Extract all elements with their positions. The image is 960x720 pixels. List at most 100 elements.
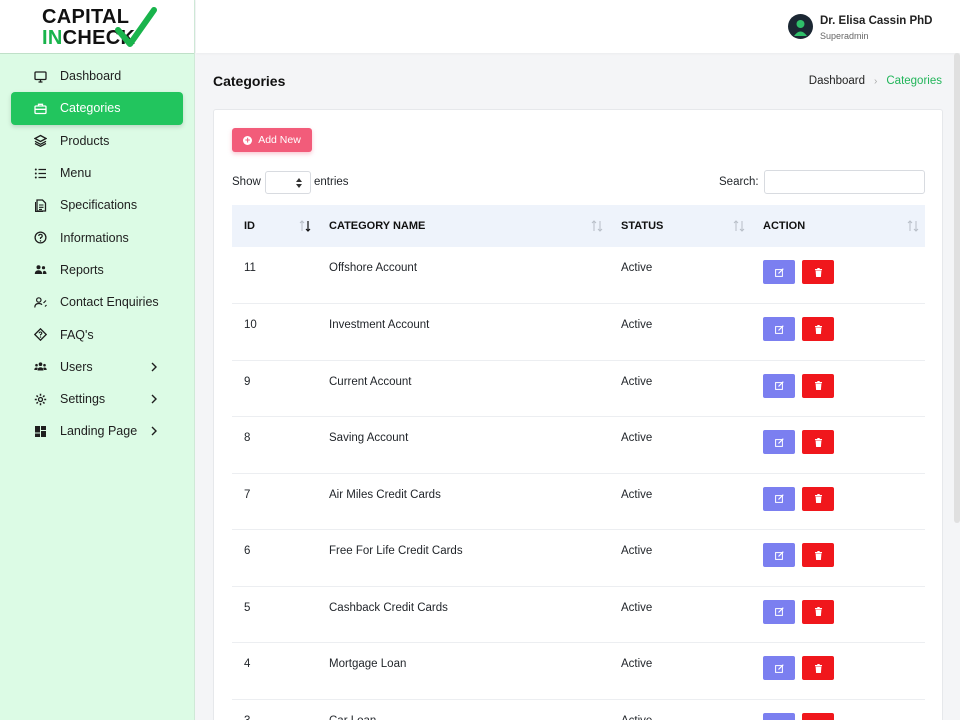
sidebar-item-menu[interactable]: Menu — [11, 157, 183, 189]
sidebar-item-settings[interactable]: Settings — [11, 383, 183, 415]
delete-button[interactable] — [802, 599, 834, 624]
chevron-right-icon[interactable] — [150, 393, 158, 405]
briefcase-icon — [34, 102, 47, 115]
cell-id: 11 — [244, 262, 256, 274]
sidebar-item-label: Informations — [60, 230, 129, 245]
sidebar-item-specifications[interactable]: Specifications — [11, 189, 183, 221]
edit-button[interactable] — [763, 712, 795, 720]
column-header-category-name[interactable]: CATEGORY NAME — [317, 205, 609, 247]
delete-button[interactable] — [802, 543, 834, 567]
cell-id: 9 — [244, 375, 251, 388]
user-name[interactable]: Dr. Elisa Cassin PhD — [820, 15, 933, 27]
dashboard-grid-icon — [34, 425, 47, 438]
column-header-category-name-label: CATEGORY NAME — [329, 220, 426, 232]
edit-button[interactable] — [763, 486, 795, 511]
cell-status: Active — [609, 699, 751, 720]
sidebar-item-label: Menu — [60, 166, 92, 181]
cell-status: Active — [621, 432, 653, 444]
edit-icon — [774, 381, 784, 390]
add-new-label: Add New — [258, 134, 301, 146]
trash-icon — [814, 550, 822, 560]
delete-button[interactable] — [802, 712, 834, 720]
sidebar-item-label: Contact Enquiries — [60, 295, 159, 310]
table-row: 6 Free For Life Credit Cards Active — [232, 530, 925, 586]
cell-id: 8 — [244, 432, 251, 444]
breadcrumb-home-link[interactable]: Dashboard — [809, 75, 865, 87]
cell-id: 6 — [244, 545, 251, 557]
layers-icon — [34, 134, 47, 148]
page-scrollbar[interactable] — [954, 53, 960, 523]
edit-button[interactable] — [763, 260, 795, 284]
sidebar-item-reports[interactable]: Reports — [11, 254, 183, 286]
edit-icon — [774, 437, 784, 447]
avatar[interactable] — [788, 14, 813, 39]
edit-button[interactable] — [763, 317, 795, 341]
sidebar-item-landing-page[interactable]: Landing Page — [11, 415, 183, 447]
table-row: 5 Cashback Credit Cards Active — [232, 586, 925, 643]
edit-button[interactable] — [763, 373, 795, 398]
delete-button[interactable] — [802, 430, 834, 454]
cell-category-name: Car Loan — [317, 699, 609, 720]
user-contact-icon — [34, 296, 47, 309]
sidebar-item-label: Specifications — [60, 198, 138, 213]
cell-action — [751, 473, 925, 530]
add-new-button[interactable]: + Add New — [232, 128, 312, 152]
monitor-icon — [34, 70, 47, 83]
checkmark-icon — [115, 7, 157, 47]
sidebar-item-label: Settings — [60, 392, 106, 407]
column-header-action[interactable]: ACTION — [751, 205, 925, 247]
table-row: 7 Air Miles Credit Cards Active — [232, 473, 925, 530]
edit-button[interactable] — [763, 599, 795, 624]
chevron-right-icon[interactable] — [150, 361, 158, 373]
page-title: Categories — [213, 73, 286, 89]
select-arrows-icon — [296, 178, 302, 188]
users-group-icon — [34, 263, 47, 276]
delete-button[interactable] — [802, 317, 834, 341]
delete-button[interactable] — [802, 486, 834, 511]
search-input[interactable] — [764, 170, 925, 194]
sidebar-item-users[interactable]: Users — [11, 351, 183, 383]
sidebar-item-informations[interactable]: Informations — [11, 221, 183, 253]
cell-category-name: Air Miles Credit Cards — [329, 488, 441, 501]
delete-button[interactable] — [802, 260, 834, 284]
sort-desc-icon — [299, 220, 311, 232]
entries-select[interactable] — [265, 171, 311, 194]
cell-id: 7 — [244, 488, 251, 501]
edit-button[interactable] — [763, 656, 795, 680]
sort-icon — [591, 220, 603, 232]
breadcrumb: Dashboard › Categories — [809, 75, 942, 87]
delete-button[interactable] — [802, 656, 834, 680]
column-header-id[interactable]: ID — [232, 205, 317, 247]
sidebar-item-categories[interactable]: Categories — [11, 92, 183, 125]
faq-icon — [34, 328, 47, 342]
edit-button[interactable] — [763, 430, 795, 454]
table-row: 4 Mortgage Loan Active — [232, 643, 925, 699]
sidebar-item-label: Categories — [60, 101, 121, 116]
edit-icon — [774, 267, 784, 277]
edit-icon — [774, 663, 784, 673]
entries-label: entries — [314, 176, 349, 188]
cell-action — [751, 699, 925, 720]
sidebar-item-label: Products — [60, 133, 110, 148]
cell-action — [751, 247, 925, 304]
help-circle-icon — [34, 231, 47, 244]
sidebar-item-label: Dashboard — [60, 69, 122, 84]
table-body: 11 Offshore Account Active 10 Investment Acc… — [232, 247, 925, 720]
cell-action — [751, 417, 925, 474]
column-header-id-label: ID — [244, 220, 255, 232]
sidebar-item-label: Landing Page — [60, 424, 138, 439]
column-header-status[interactable]: STATUS — [609, 205, 751, 247]
topbar: Dr. Elisa Cassin PhD Superadmin — [196, 0, 960, 53]
edit-button[interactable] — [763, 543, 795, 567]
cell-category-name: Saving Account — [329, 432, 409, 444]
sidebar-item-faq-s[interactable]: FAQ's — [11, 318, 183, 350]
sidebar-item-dashboard[interactable]: Dashboard — [11, 60, 183, 92]
chevron-right-icon[interactable] — [150, 425, 158, 437]
delete-button[interactable] — [802, 373, 834, 398]
sidebar-item-contact-enquiries[interactable]: Contact Enquiries — [11, 286, 183, 318]
table-row: 11 Offshore Account Active — [232, 247, 925, 304]
table-row: 10 Investment Account Active — [232, 304, 925, 360]
sidebar-item-products[interactable]: Products — [11, 125, 183, 157]
table-row: 3Car LoanActive — [232, 699, 925, 720]
brand-logo[interactable]: CAPITAL INCHECK — [0, 0, 194, 54]
